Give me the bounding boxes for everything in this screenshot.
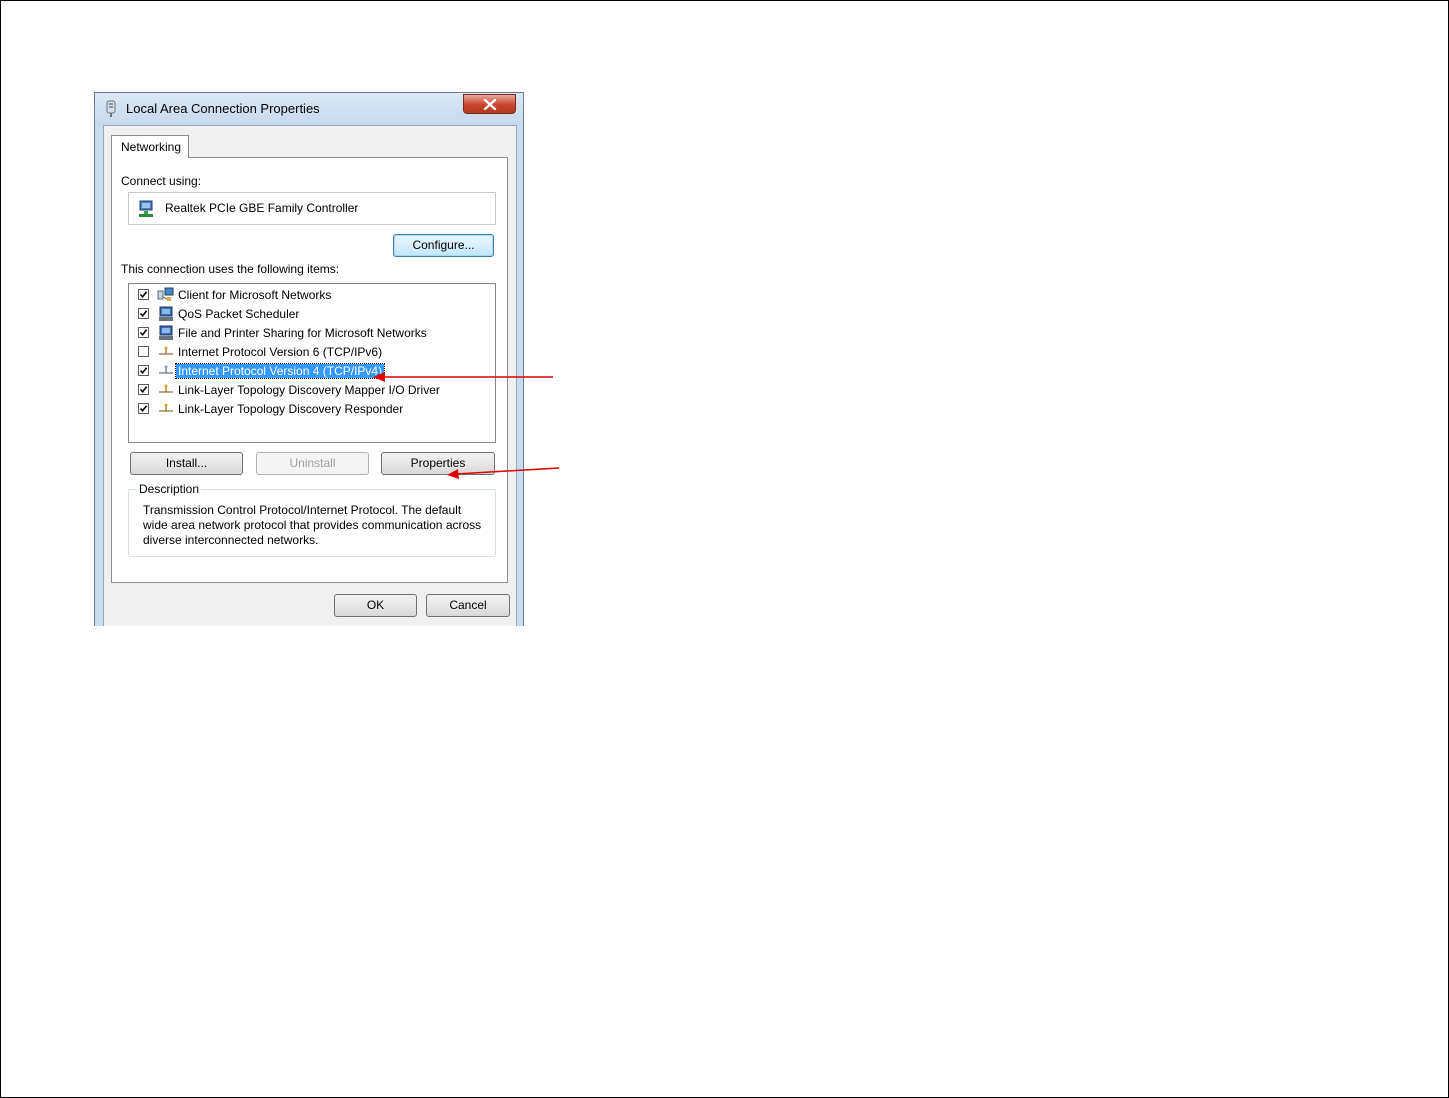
tab-networking[interactable]: Networking <box>111 135 189 158</box>
annotation-layer <box>373 372 560 479</box>
arrow-to-properties-button <box>447 467 560 479</box>
arrow-to-ipv4-item <box>373 372 553 382</box>
tab-networking-label: Networking <box>121 140 182 154</box>
